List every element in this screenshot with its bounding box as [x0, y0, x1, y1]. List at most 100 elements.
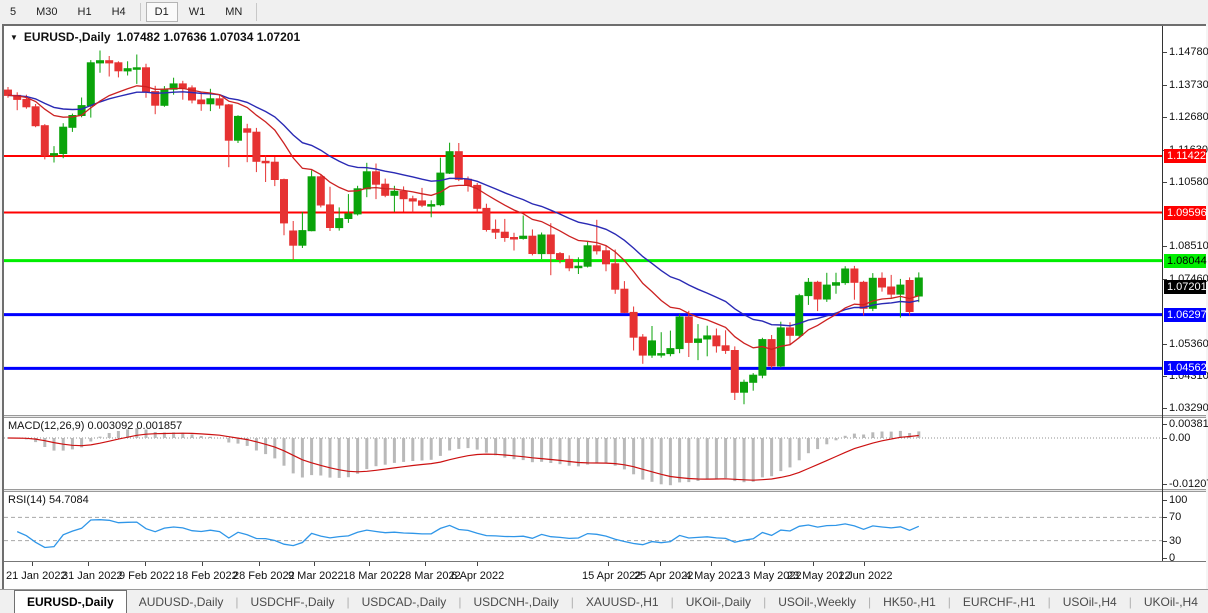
chevron-down-icon[interactable]: ▼ [10, 33, 18, 42]
axis-tick [711, 562, 712, 566]
candle [823, 285, 830, 299]
date-label: 9 Feb 2022 [119, 570, 175, 582]
candle [87, 63, 94, 106]
axis-tick [32, 562, 33, 566]
chart-tab-usdchf-daily[interactable]: USDCHF-,Daily [239, 590, 347, 613]
axis-tick [813, 562, 814, 566]
rsi-axis[interactable]: 10070300 [1163, 492, 1206, 561]
price-tick-label: 1.12680 [1169, 111, 1208, 123]
moving-average-line [8, 92, 919, 326]
candle [741, 382, 748, 392]
axis-tick [764, 562, 765, 566]
candle [915, 278, 922, 296]
candle [5, 90, 12, 95]
axis-tick [1163, 517, 1167, 518]
price-tick-label: 1.14780 [1169, 46, 1208, 58]
candle [722, 346, 729, 351]
timeframe-button-mn[interactable]: MN [216, 2, 251, 22]
candle [750, 375, 757, 382]
price-tag: 1.08044 [1164, 254, 1206, 268]
chart-tab-usoil-weekly[interactable]: USOil-,Weekly [766, 590, 868, 613]
candle [317, 177, 324, 205]
chart-tab-hk50-h1[interactable]: HK50-,H1 [871, 590, 948, 613]
chart-tab-usdcad-daily[interactable]: USDCAD-,Daily [350, 590, 459, 613]
candle [308, 177, 315, 231]
candle [639, 337, 646, 355]
price-tick-label: 1.13730 [1169, 79, 1208, 91]
macd-axis[interactable]: 0.0038140.00-0.012077 [1163, 418, 1206, 489]
axis-tick [1163, 541, 1167, 542]
price-chart[interactable] [4, 26, 1162, 415]
chart-tab-eurusd-daily[interactable]: EURUSD-,Daily [14, 590, 127, 613]
timeframe-button-d1[interactable]: D1 [146, 2, 178, 22]
chart-tab-eurchf-h1[interactable]: EURCHF-,H1 [951, 590, 1048, 613]
rsi-pane[interactable]: RSI(14) 54.7084 [4, 492, 1162, 561]
price-tag: 1.04562 [1164, 361, 1206, 375]
axis-tick [1163, 85, 1167, 86]
chart-tab-usdcnh-daily[interactable]: USDCNH-,Daily [461, 590, 570, 613]
candle [225, 105, 232, 140]
timeframe-button-5[interactable]: 5 [1, 2, 25, 22]
candle [805, 282, 812, 295]
candle [41, 126, 48, 155]
candle [437, 173, 444, 205]
axis-tick [477, 562, 478, 566]
chart-tab-ukoil-h4[interactable]: UKOil-,H4 [1132, 590, 1208, 613]
chart-tab-usoil-h4[interactable]: USOil-,H4 [1051, 590, 1129, 613]
candle [281, 180, 288, 223]
candle [566, 259, 573, 267]
axis-tick [1163, 182, 1167, 183]
axis-tick [1163, 344, 1167, 345]
candle [290, 231, 297, 245]
rsi-chart[interactable] [4, 492, 1162, 561]
chart-tab-ukoil-daily[interactable]: UKOil-,Daily [674, 590, 763, 613]
candle [428, 205, 435, 207]
axis-tick [1163, 376, 1167, 377]
candle [612, 264, 619, 289]
axis-tick [1163, 500, 1167, 501]
candle [851, 269, 858, 282]
date-label: 28 Feb 2022 [233, 570, 295, 582]
axis-tick [1163, 424, 1167, 425]
price-tag: 1.07201 [1164, 280, 1206, 294]
candle [216, 99, 223, 105]
candle [695, 339, 702, 342]
time-axis[interactable]: 21 Jan 202231 Jan 20229 Feb 202218 Feb 2… [4, 561, 1206, 589]
candle [593, 246, 600, 251]
timeframe-button-m30[interactable]: M30 [27, 2, 66, 22]
axis-tick [259, 562, 260, 566]
price-tick-label: 1.03290 [1169, 402, 1208, 414]
candle [768, 340, 775, 366]
candle [299, 231, 306, 246]
candle [179, 84, 186, 88]
candle [115, 63, 122, 71]
candle [97, 61, 104, 63]
price-axis[interactable]: 1.147801.137301.126801.116301.105801.085… [1163, 26, 1206, 415]
candle [23, 99, 30, 106]
candle [483, 208, 490, 229]
timeframe-button-h1[interactable]: H1 [69, 2, 101, 22]
candle [198, 100, 205, 104]
axis-tick [1163, 117, 1167, 118]
candle [345, 214, 352, 219]
candle [161, 89, 168, 105]
date-label: 4 May 2022 [685, 570, 742, 582]
chart-tab-audusd-daily[interactable]: AUDUSD-,Daily [127, 590, 236, 613]
macd-pane[interactable]: MACD(12,26,9) 0.003092 0.001857 [4, 418, 1162, 489]
candle [869, 278, 876, 308]
chart-tab-xauusd-h1[interactable]: XAUUSD-,H1 [574, 590, 671, 613]
candle [244, 129, 251, 132]
timeframe-button-h4[interactable]: H4 [103, 2, 135, 22]
price-pane[interactable]: ▼ EURUSD-,Daily 1.07482 1.07636 1.07034 … [4, 26, 1162, 415]
date-label: 31 Jan 2022 [62, 570, 123, 582]
price-tick-label: 1.10580 [1169, 176, 1208, 188]
price-tick-label: 1.05360 [1169, 338, 1208, 350]
rsi-label: RSI(14) 54.7084 [8, 494, 89, 506]
candle [124, 69, 131, 71]
price-tag: 1.06297 [1164, 308, 1206, 322]
axis-tick [1163, 52, 1167, 53]
timeframe-button-w1[interactable]: W1 [180, 2, 215, 22]
candle [492, 229, 499, 232]
axis-tick [1163, 408, 1167, 409]
price-tag: 1.09596 [1164, 206, 1206, 220]
